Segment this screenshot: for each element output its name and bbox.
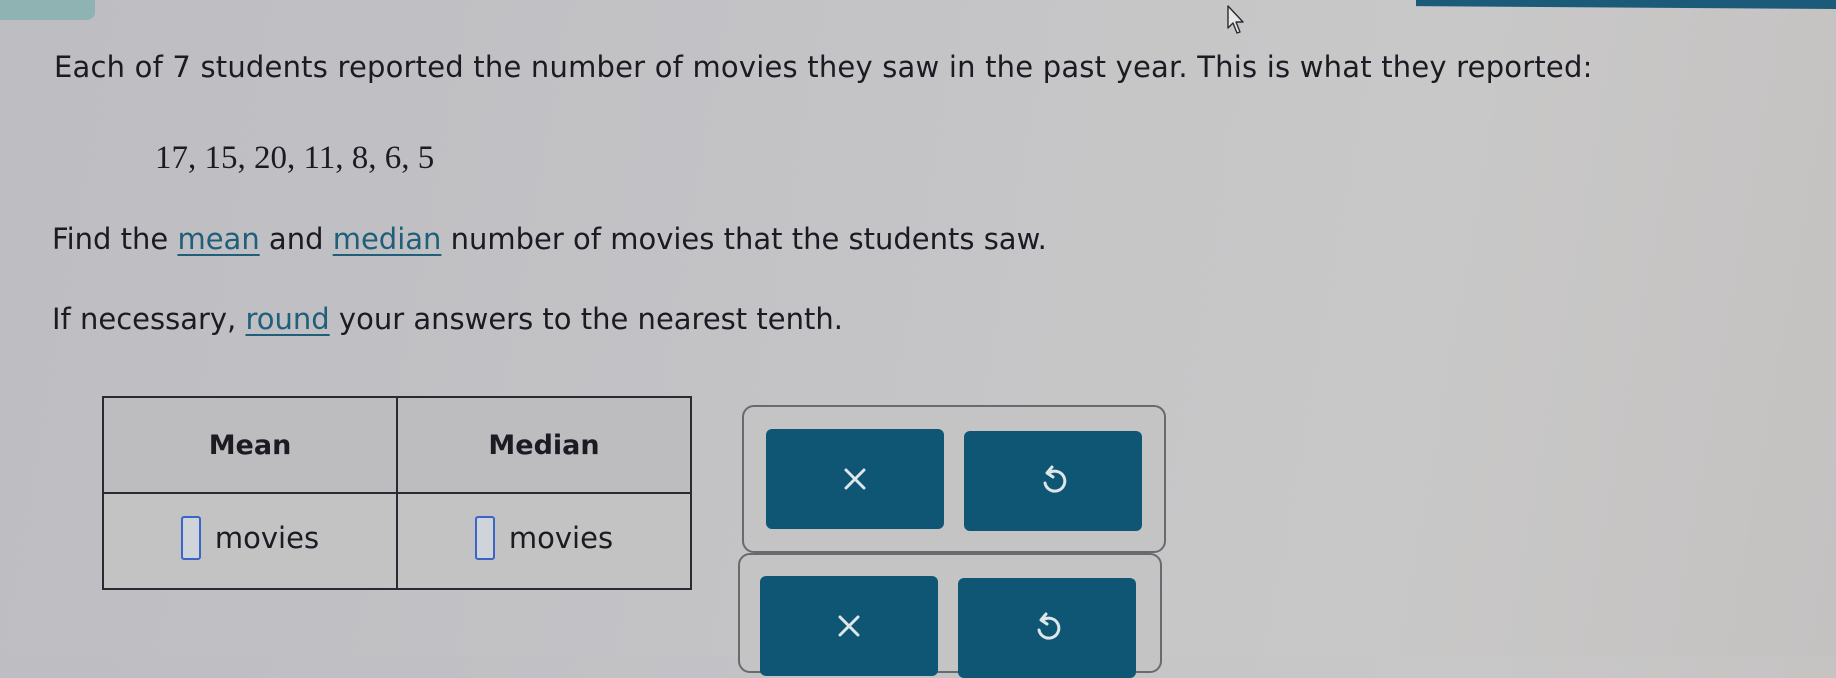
median-input[interactable]: [474, 515, 495, 560]
mean-definition-link[interactable]: mean: [177, 222, 259, 256]
table-answer-row: movies movies: [102, 492, 692, 590]
x-icon: [844, 468, 866, 490]
mouse-cursor-icon: [1227, 5, 1244, 34]
round-definition-link[interactable]: round: [246, 302, 330, 336]
instruction-round: If necessary, round your answers to the …: [52, 302, 843, 336]
instruction-text: number of movies that the students saw.: [441, 222, 1047, 256]
undo-button[interactable]: [964, 431, 1142, 531]
action-panel: [742, 405, 1166, 553]
median-answer-cell: movies: [396, 492, 692, 590]
mean-input[interactable]: [180, 515, 201, 560]
instruction-text: If necessary,: [52, 302, 246, 336]
answer-table: Mean Median movies movies: [102, 396, 692, 590]
table-header-row: Mean Median: [102, 396, 692, 494]
question-prompt: Each of 7 students reported the number o…: [54, 50, 1593, 84]
mean-header: Mean: [102, 396, 398, 494]
mean-unit-label: movies: [214, 520, 320, 555]
clear-button[interactable]: [760, 576, 938, 676]
instruction-text: your answers to the nearest tenth.: [329, 302, 843, 336]
undo-icon: [1037, 612, 1061, 640]
action-panel: [738, 553, 1162, 678]
median-definition-link[interactable]: median: [333, 222, 442, 256]
median-header: Median: [396, 396, 692, 494]
instruction-find: Find the mean and median number of movie…: [52, 222, 1047, 256]
undo-icon: [1043, 465, 1067, 493]
mean-answer-cell: movies: [102, 492, 398, 590]
instruction-text: Find the: [52, 222, 178, 256]
instruction-text: and: [259, 222, 333, 256]
x-icon: [838, 615, 860, 637]
median-unit-label: movies: [508, 520, 614, 555]
data-values: 17, 15, 20, 11, 8, 6, 5: [155, 140, 435, 176]
clear-button[interactable]: [766, 429, 944, 529]
top-left-tab: [0, 0, 95, 20]
top-bar: [1416, 0, 1836, 9]
undo-button[interactable]: [958, 578, 1136, 678]
